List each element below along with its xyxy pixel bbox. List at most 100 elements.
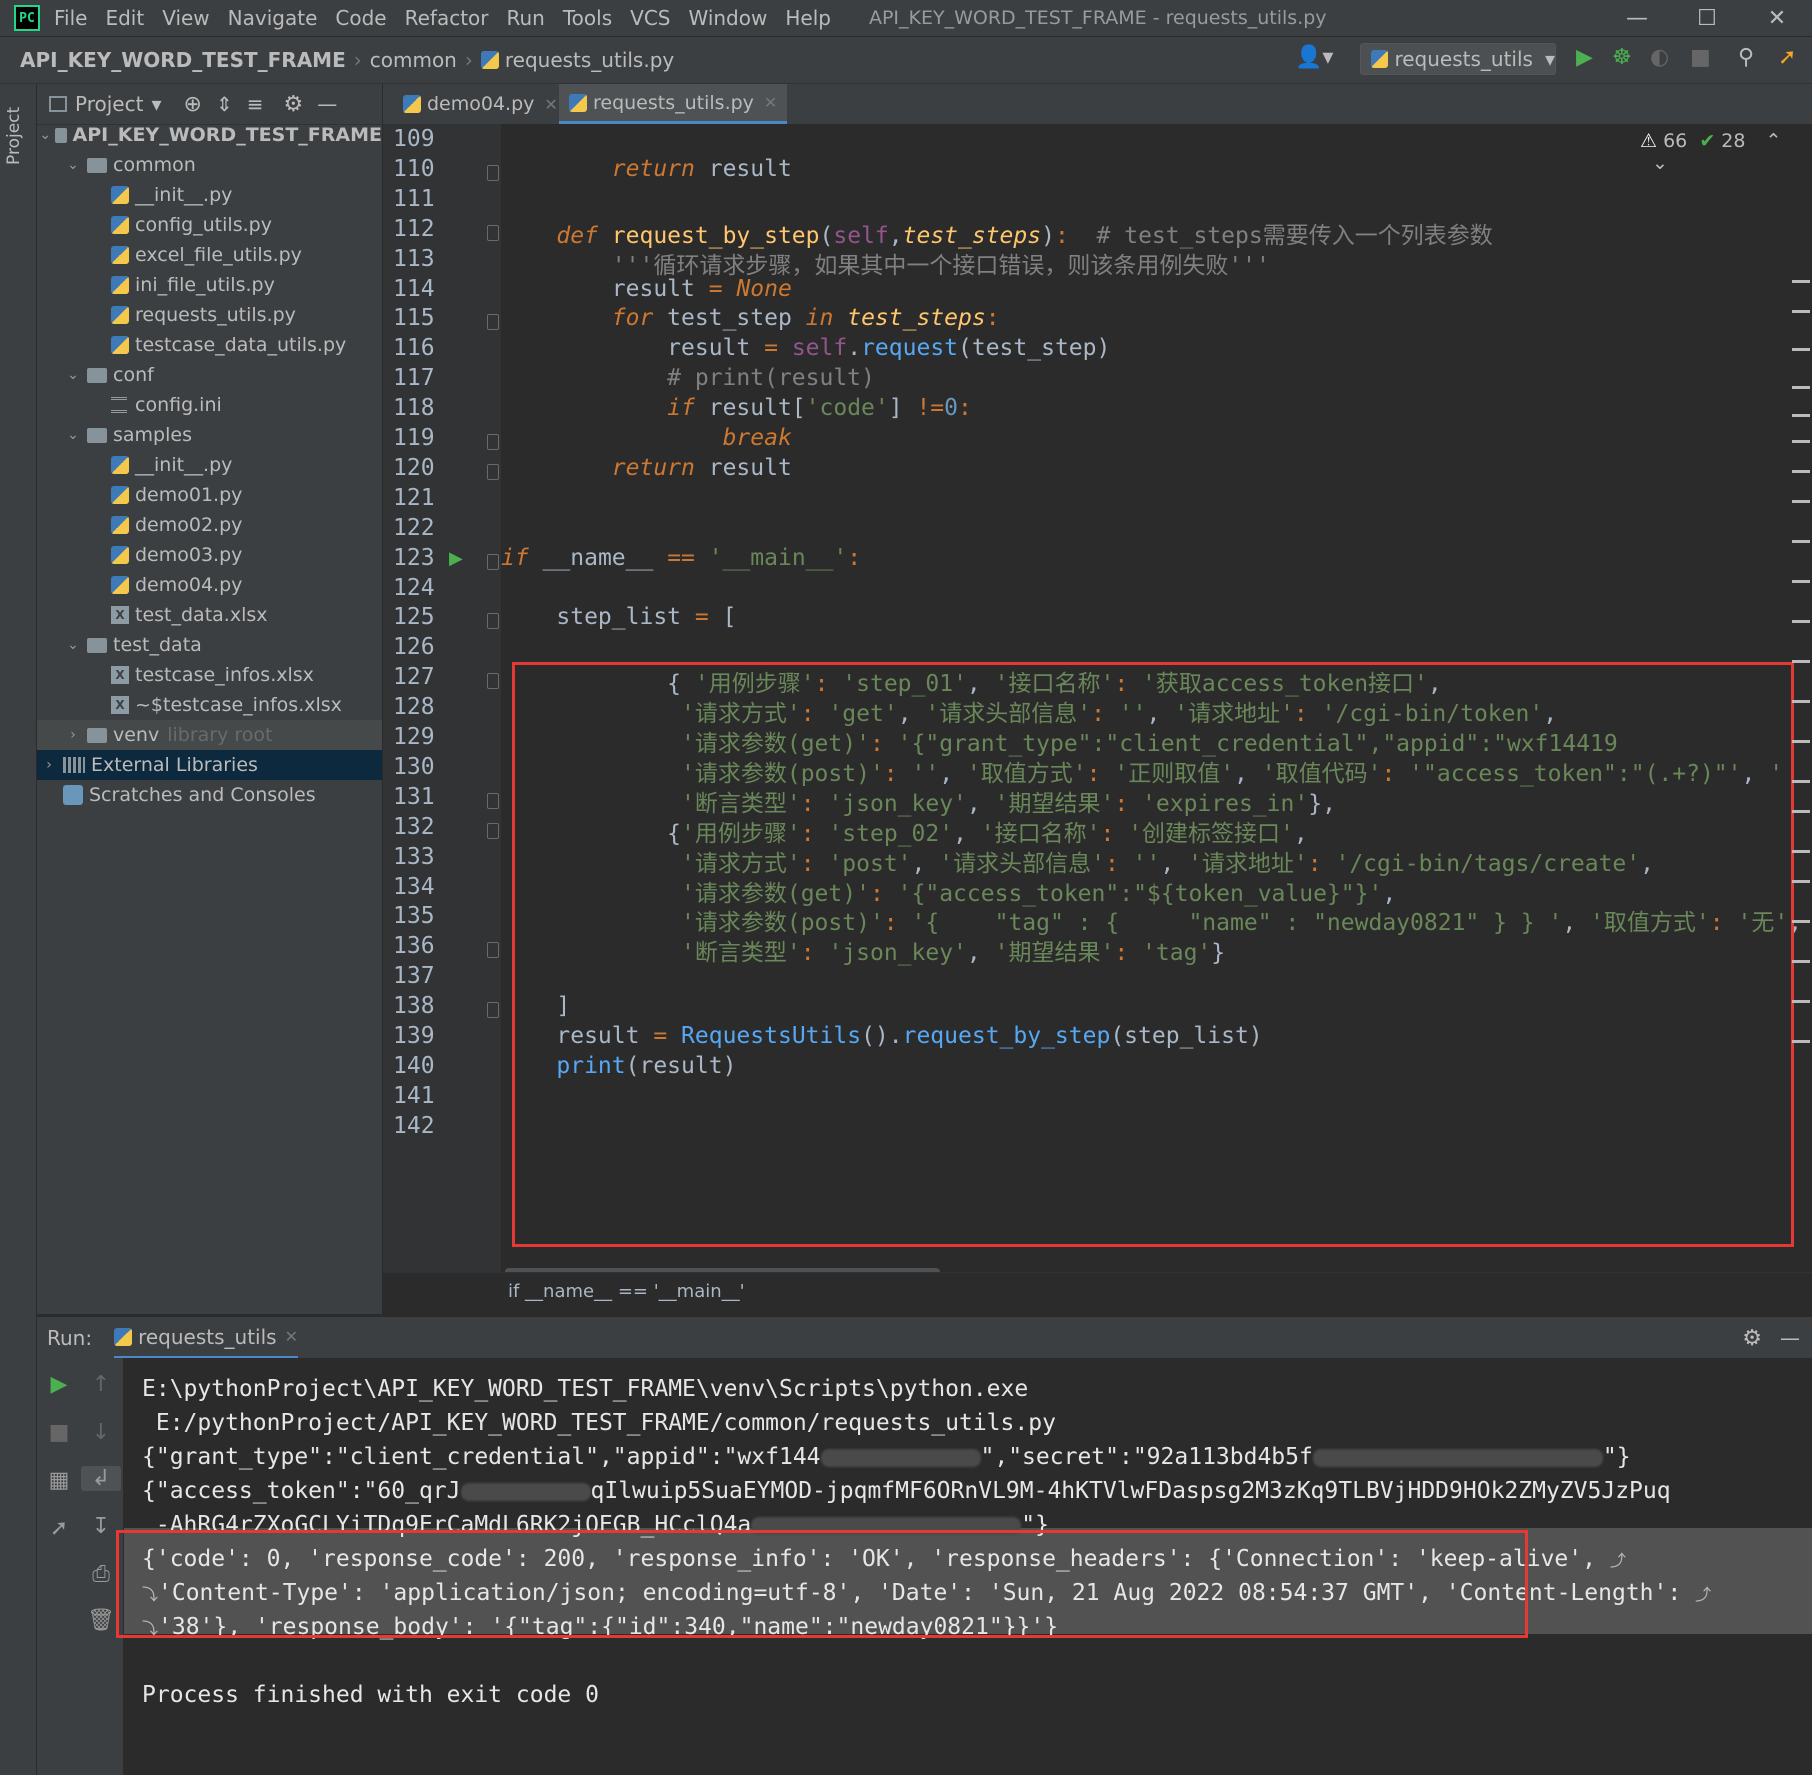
scroll-marker[interactable] xyxy=(1792,850,1810,853)
tree-item[interactable]: demo03.py xyxy=(37,540,382,570)
layout-icon[interactable]: ▦ xyxy=(39,1468,79,1493)
breadcrumb-folder[interactable]: common xyxy=(370,48,457,72)
scroll-marker[interactable] xyxy=(1792,880,1810,883)
tree-item[interactable]: ini_file_utils.py xyxy=(37,270,382,300)
inspection-widget[interactable]: ⚠ 66 ✔ 28 ⌃ ⌄ xyxy=(1640,130,1812,174)
fold-marker-icon[interactable] xyxy=(487,164,499,181)
run-config-selector[interactable]: requests_utils ▾ xyxy=(1360,43,1556,75)
scroll-marker[interactable] xyxy=(1792,470,1810,473)
chevron-down-icon[interactable]: ⌄ xyxy=(39,127,51,143)
collapse-all-icon[interactable]: ≡ xyxy=(247,92,264,116)
soft-wrap-icon[interactable]: ↲ xyxy=(81,1466,121,1491)
coverage-icon[interactable]: ◐ xyxy=(1650,45,1669,70)
scroll-marker[interactable] xyxy=(1792,780,1810,783)
breadcrumb-file[interactable]: requests_utils.py xyxy=(505,48,674,72)
tree-item[interactable]: __init__.py xyxy=(37,180,382,210)
breadcrumb-project[interactable]: API_KEY_WORD_TEST_FRAME xyxy=(20,48,346,72)
menu-vcs[interactable]: VCS xyxy=(630,6,670,30)
minimize-icon[interactable]: — xyxy=(1602,6,1672,31)
scroll-marker[interactable] xyxy=(1792,310,1810,313)
menu-code[interactable]: Code xyxy=(335,6,386,30)
chevron-down-icon[interactable]: ⌄ xyxy=(65,427,81,443)
scroll-marker[interactable] xyxy=(1792,500,1810,503)
tree-item[interactable]: __init__.py xyxy=(37,450,382,480)
footer-crumb[interactable]: if __name__ == '__main__' xyxy=(508,1281,745,1302)
menu-tools[interactable]: Tools xyxy=(563,6,612,30)
chevron-down-icon[interactable]: ⌄ xyxy=(65,367,81,383)
chevron-right-icon[interactable]: › xyxy=(65,727,81,743)
gear-icon[interactable]: ⚙ xyxy=(1742,1326,1762,1351)
tree-item[interactable]: config_utils.py xyxy=(37,210,382,240)
scroll-marker[interactable] xyxy=(1792,920,1810,923)
run-tab[interactable]: requests_utils ✕ xyxy=(114,1317,298,1359)
menu-view[interactable]: View xyxy=(162,6,209,30)
fold-marker-icon[interactable] xyxy=(487,613,499,630)
stop-icon[interactable]: ■ xyxy=(1690,45,1711,70)
close-window-icon[interactable]: ✕ xyxy=(1742,6,1812,31)
close-tab-icon[interactable]: ✕ xyxy=(544,95,557,114)
scroll-marker[interactable] xyxy=(1792,580,1810,583)
pin-icon[interactable]: ➚ xyxy=(39,1516,79,1541)
scroll-marker[interactable] xyxy=(1792,620,1810,623)
tree-item[interactable]: › venv library root xyxy=(37,720,382,750)
tab-requests-utils[interactable]: requests_utils.py ✕ xyxy=(559,84,788,124)
tree-item[interactable]: testcase_data_utils.py xyxy=(37,330,382,360)
tree-item[interactable]: requests_utils.py xyxy=(37,300,382,330)
chevron-right-icon[interactable]: › xyxy=(41,757,57,773)
chevron-down-icon[interactable]: ⌄ xyxy=(1652,152,1668,174)
up-arrow-icon[interactable]: ↑ xyxy=(81,1372,121,1397)
project-tool-tab[interactable]: Project xyxy=(4,96,32,176)
chevron-down-icon[interactable]: ⌄ xyxy=(65,157,81,173)
fold-marker-icon[interactable] xyxy=(487,792,499,809)
scroll-marker[interactable] xyxy=(1792,540,1810,543)
fold-marker-icon[interactable] xyxy=(487,553,499,570)
expand-all-icon[interactable]: ⇕ xyxy=(216,92,233,116)
scroll-marker[interactable] xyxy=(1792,348,1810,351)
tree-item[interactable]: › External Libraries xyxy=(37,750,382,780)
scroll-marker[interactable] xyxy=(1792,660,1810,663)
close-tab-icon[interactable]: ✕ xyxy=(285,1327,298,1346)
menu-refactor[interactable]: Refactor xyxy=(405,6,489,30)
chevron-down-icon[interactable]: ▾ xyxy=(151,92,161,116)
scroll-marker[interactable] xyxy=(1792,740,1810,743)
tree-item[interactable]: ⌄ samples xyxy=(37,420,382,450)
hide-panel-icon[interactable]: — xyxy=(317,92,337,116)
run-icon[interactable]: ▶ xyxy=(1576,45,1593,70)
tree-item[interactable]: demo04.py xyxy=(37,570,382,600)
locate-icon[interactable]: ⊕ xyxy=(183,92,201,117)
scroll-marker[interactable] xyxy=(1792,1040,1810,1043)
stop-icon[interactable]: ■ xyxy=(39,1420,79,1445)
scroll-marker[interactable] xyxy=(1792,414,1810,417)
tree-item[interactable]: demo01.py xyxy=(37,480,382,510)
down-arrow-icon[interactable]: ↓ xyxy=(81,1420,121,1445)
tree-item[interactable]: Xtest_data.xlsx xyxy=(37,600,382,630)
menu-edit[interactable]: Edit xyxy=(105,6,144,30)
trash-icon[interactable]: 🗑 xyxy=(81,1608,121,1633)
gear-icon[interactable]: ⚙ xyxy=(283,92,303,117)
hide-panel-icon[interactable]: — xyxy=(1780,1326,1800,1350)
close-tab-icon[interactable]: ✕ xyxy=(764,93,777,112)
rerun-icon[interactable]: ▶ xyxy=(39,1372,79,1397)
scroll-marker[interactable] xyxy=(1792,386,1810,389)
scroll-marker[interactable] xyxy=(1792,810,1810,813)
search-icon[interactable]: ⚲ xyxy=(1738,45,1754,70)
menu-run[interactable]: Run xyxy=(507,6,545,30)
tree-item[interactable]: Xtestcase_infos.xlsx xyxy=(37,660,382,690)
update-icon[interactable]: ➚ xyxy=(1778,45,1796,70)
scroll-marker[interactable] xyxy=(1792,960,1810,963)
debug-icon[interactable]: ☸ xyxy=(1612,45,1632,70)
menu-help[interactable]: Help xyxy=(785,6,831,30)
fold-marker-icon[interactable] xyxy=(487,673,499,690)
menu-file[interactable]: File xyxy=(54,6,87,30)
user-icon[interactable]: 👤▾ xyxy=(1295,45,1333,70)
project-view-label[interactable]: Project xyxy=(75,92,143,116)
tree-item[interactable]: X ~$testcase_infos.xlsx xyxy=(37,690,382,720)
menu-window[interactable]: Window xyxy=(688,6,767,30)
fold-marker-icon[interactable] xyxy=(487,434,499,450)
tree-item[interactable]: ⌄ test_data xyxy=(37,630,382,660)
run-gutter-icon[interactable]: ▶ xyxy=(449,548,463,569)
tree-item[interactable]: ⌄ conf xyxy=(37,360,382,390)
tree-item[interactable]: Scratches and Consoles xyxy=(37,780,382,810)
tree-item[interactable]: config.ini xyxy=(37,390,382,420)
maximize-icon[interactable]: ☐ xyxy=(1672,6,1742,31)
